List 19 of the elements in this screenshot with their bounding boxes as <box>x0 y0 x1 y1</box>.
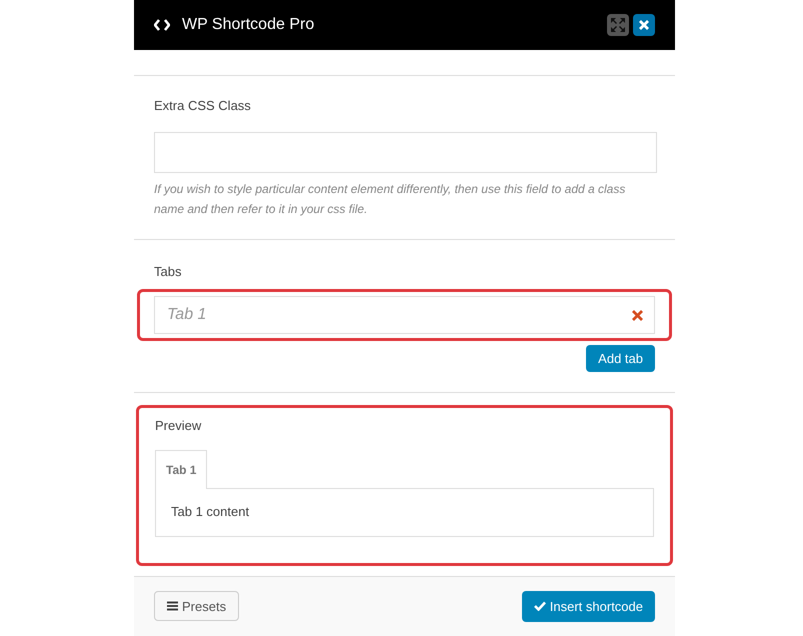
menu-icon <box>167 601 178 612</box>
help-text: If you wish to style particular content element differently, then use this field to add a class name and then refer to it in your css file. <box>154 180 626 218</box>
tab-content-text: Tab 1 content <box>171 503 250 522</box>
code-icon <box>154 19 170 31</box>
insert-shortcode-button[interactable]: Insert shortcode <box>522 590 655 622</box>
check-icon <box>534 601 546 612</box>
close-icon <box>639 20 649 30</box>
remove-icon[interactable] <box>632 310 643 321</box>
tab-title-field[interactable]: Tab 1 <box>154 296 655 334</box>
field-label: Preview <box>155 417 202 435</box>
presets-button[interactable]: Presets <box>154 591 240 622</box>
field-label: Tabs <box>154 262 182 280</box>
field-label: Extra CSS Class <box>154 97 252 115</box>
add-tab-button[interactable]: Add tab <box>586 345 655 372</box>
expand-icon <box>610 17 626 33</box>
window-title: WP Shortcode Pro <box>182 15 316 35</box>
close-button[interactable] <box>633 14 655 36</box>
preview-tab[interactable]: Tab 1 <box>155 450 208 488</box>
text-field[interactable] <box>154 132 657 172</box>
